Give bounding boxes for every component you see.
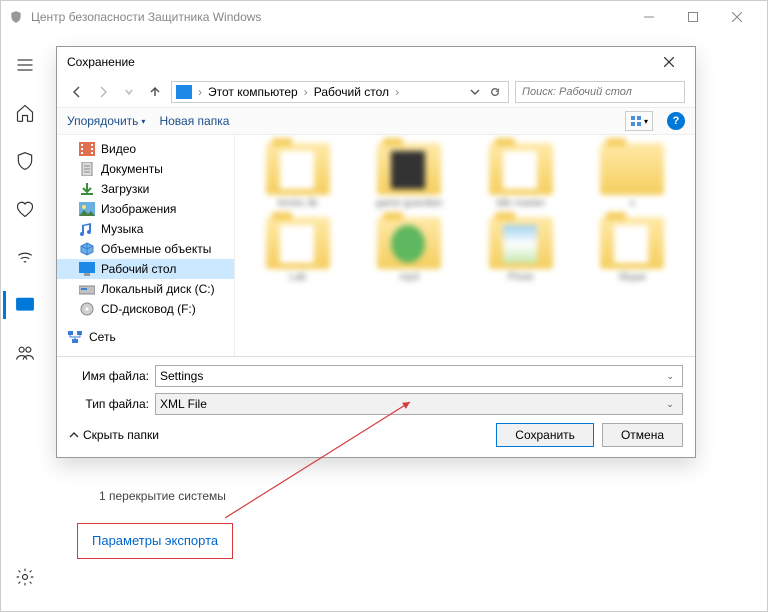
save-dialog: Сохранение › Этот компьютер › Рабочий ст… (56, 46, 696, 458)
nav-forward-icon[interactable] (93, 82, 113, 102)
dialog-titlebar: Сохранение (57, 47, 695, 77)
file-item[interactable]: bricks 3k (245, 143, 351, 209)
disk-icon (79, 282, 95, 296)
cube-icon (79, 242, 95, 256)
breadcrumb[interactable]: › Этот компьютер › Рабочий стол › (171, 81, 509, 103)
tree-item-desktop[interactable]: Рабочий стол (57, 259, 234, 279)
file-item[interactable]: Lab (245, 217, 351, 283)
file-pane[interactable]: bricks 3k game guardian idle master x La… (235, 135, 695, 356)
file-item[interactable]: mp3 (357, 217, 463, 283)
tree-item-documents[interactable]: Документы (57, 159, 234, 179)
home-icon[interactable] (3, 93, 47, 133)
filetype-label: Тип файла: (69, 397, 155, 411)
shield-icon[interactable] (3, 141, 47, 181)
video-icon (79, 142, 95, 156)
view-mode-button[interactable]: ▾ (625, 111, 653, 131)
folder-tree: Видео Документы Загрузки Изображения Муз… (57, 135, 235, 356)
pc-icon (176, 85, 192, 99)
export-params-highlight: Параметры экспорта (77, 523, 233, 559)
app-title: Центр безопасности Защитника Windows (31, 10, 261, 24)
file-grid: bricks 3k game guardian idle master x La… (235, 135, 695, 291)
filename-input[interactable] (160, 369, 662, 383)
chevron-right-icon: › (302, 85, 310, 99)
chevron-down-icon: ▾ (644, 117, 648, 126)
wifi-icon[interactable] (3, 237, 47, 277)
file-item[interactable]: x (580, 143, 686, 209)
image-icon (79, 202, 95, 216)
cancel-button[interactable]: Отмена (602, 423, 683, 447)
sidebar (1, 33, 49, 611)
network-icon (67, 330, 83, 344)
filename-label: Имя файла: (69, 369, 155, 383)
file-item[interactable]: Photo (468, 217, 574, 283)
dialog-close-button[interactable] (653, 47, 685, 77)
app-titlebar: Центр безопасности Защитника Windows (1, 1, 767, 33)
document-icon (79, 162, 95, 176)
chevron-right-icon: › (393, 85, 401, 99)
tree-item-3d-objects[interactable]: Объемные объекты (57, 239, 234, 259)
tree-item-network[interactable]: Сеть (57, 327, 234, 347)
dialog-title: Сохранение (67, 55, 135, 69)
chevron-down-icon[interactable]: ⌄ (662, 371, 678, 382)
music-icon (79, 222, 95, 236)
tree-item-music[interactable]: Музыка (57, 219, 234, 239)
new-folder-button[interactable]: Новая папка (159, 114, 229, 128)
dialog-toolbar: Упорядочить ▾ Новая папка ▾ ? (57, 107, 695, 135)
minimize-button[interactable] (627, 1, 671, 33)
maximize-button[interactable] (671, 1, 715, 33)
file-item[interactable]: game guardian (357, 143, 463, 209)
nav-up-icon[interactable] (145, 82, 165, 102)
save-button[interactable]: Сохранить (496, 423, 594, 447)
filename-field[interactable]: ⌄ (155, 365, 683, 387)
tree-item-downloads[interactable]: Загрузки (57, 179, 234, 199)
export-params-link[interactable]: Параметры экспорта (92, 533, 218, 548)
hide-folders-toggle[interactable]: Скрыть папки (69, 428, 159, 442)
tree-item-local-disk-c[interactable]: Локальный диск (C:) (57, 279, 234, 299)
filetype-field[interactable]: XML File ⌄ (155, 393, 683, 415)
close-button[interactable] (715, 1, 759, 33)
filetype-value: XML File (160, 397, 662, 411)
chevron-right-icon: › (196, 85, 204, 99)
dialog-nav: › Этот компьютер › Рабочий стол › (57, 77, 695, 107)
download-icon (79, 182, 95, 196)
chevron-down-icon: ▾ (141, 117, 145, 126)
overlap-text: 1 перекрытие системы (99, 489, 226, 503)
hamburger-icon[interactable] (3, 45, 47, 85)
tree-item-video[interactable]: Видео (57, 139, 234, 159)
search-input[interactable] (522, 86, 678, 98)
dialog-bottom: Имя файла: ⌄ Тип файла: XML File ⌄ Скрыт… (57, 356, 695, 457)
firewall-icon[interactable] (3, 285, 47, 325)
chevron-up-icon (69, 430, 79, 440)
refresh-icon[interactable] (486, 83, 504, 101)
cd-icon (79, 302, 95, 316)
chevron-down-icon[interactable]: ⌄ (662, 399, 678, 410)
file-item[interactable]: Skype (580, 217, 686, 283)
nav-recent-icon[interactable] (119, 82, 139, 102)
organize-menu[interactable]: Упорядочить ▾ (67, 114, 145, 128)
breadcrumb-root[interactable]: Этот компьютер (206, 85, 300, 99)
heart-icon[interactable] (3, 189, 47, 229)
settings-gear-icon[interactable] (3, 557, 47, 597)
shield-app-icon (9, 10, 23, 24)
desktop-icon (79, 262, 95, 276)
breadcrumb-dropdown-icon[interactable] (466, 83, 484, 101)
breadcrumb-current[interactable]: Рабочий стол (312, 85, 391, 99)
family-icon[interactable] (3, 333, 47, 373)
nav-back-icon[interactable] (67, 82, 87, 102)
tree-item-images[interactable]: Изображения (57, 199, 234, 219)
search-box[interactable] (515, 81, 685, 103)
file-item[interactable]: idle master (468, 143, 574, 209)
tree-item-cd-drive[interactable]: CD-дисковод (F:) (57, 299, 234, 319)
help-button[interactable]: ? (667, 112, 685, 130)
